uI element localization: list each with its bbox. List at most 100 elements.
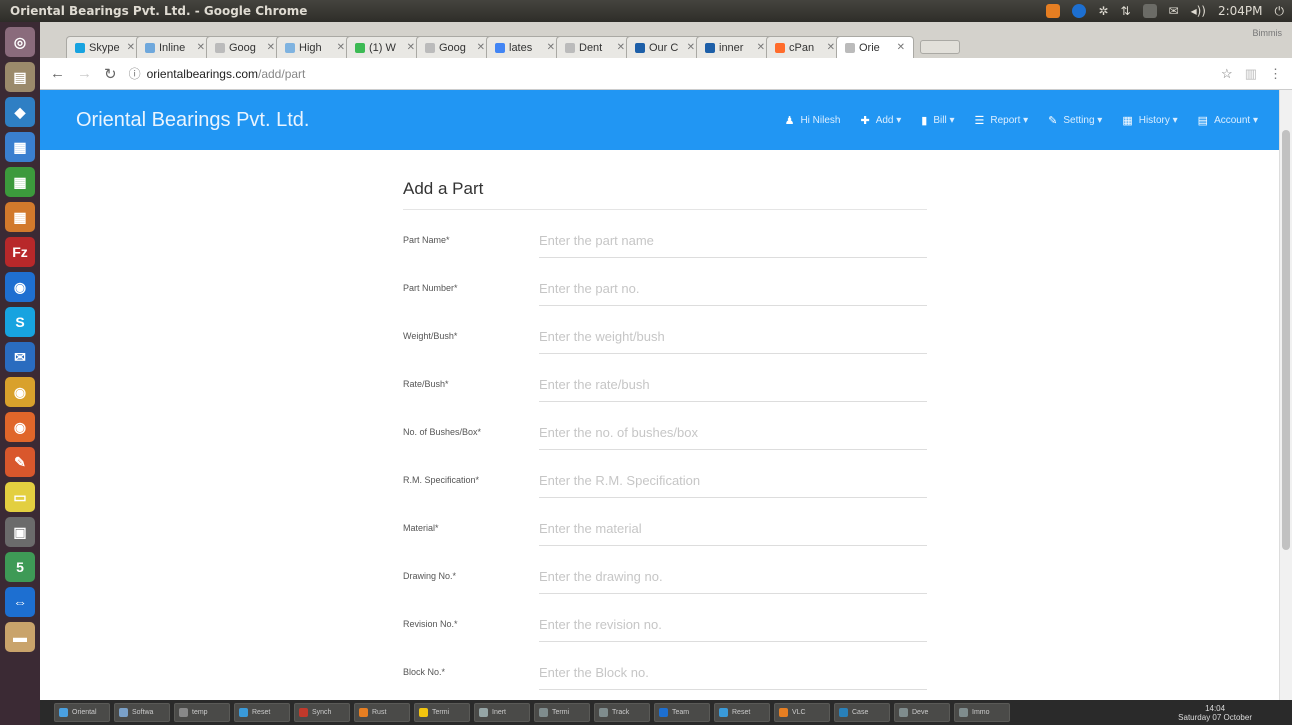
tab-close-icon[interactable]: ✕ xyxy=(547,42,555,53)
chrome-icon[interactable]: ◉ xyxy=(5,377,35,407)
tab-close-icon[interactable]: ✕ xyxy=(477,42,485,53)
tab-close-icon[interactable]: ✕ xyxy=(197,42,205,53)
block-no-field[interactable] xyxy=(539,665,927,680)
taskbar-item[interactable]: Case xyxy=(834,703,890,722)
menu-account[interactable]: ▤ Account ▾ xyxy=(1198,114,1258,127)
taskbar-clock[interactable]: 14:04 Saturday 07 October xyxy=(1178,704,1252,722)
tab-close-icon[interactable]: ✕ xyxy=(827,42,835,53)
vlc-tray-icon[interactable] xyxy=(1046,4,1061,18)
taskbar-item[interactable]: Reset xyxy=(714,703,770,722)
writer-icon[interactable]: ▦ xyxy=(5,132,35,162)
menu-history[interactable]: ▦ History ▾ xyxy=(1122,114,1177,127)
taskbar-item[interactable]: Rust xyxy=(354,703,410,722)
browser-tab[interactable]: Inline ✕ xyxy=(136,36,214,58)
part-name-field[interactable] xyxy=(539,233,927,248)
teamviewer-icon[interactable]: ◉ xyxy=(5,272,35,302)
calendar-icon[interactable]: 5 xyxy=(5,552,35,582)
taskbar-item[interactable]: Oriental xyxy=(54,703,110,722)
firefox-icon[interactable]: ◉ xyxy=(5,412,35,442)
thunderbird-icon[interactable]: ✉ xyxy=(5,342,35,372)
address-bar[interactable]: ⓘ orientalbearings.com/add/part xyxy=(129,63,1209,85)
browser-tab[interactable]: Dent ✕ xyxy=(556,36,634,58)
volume-icon[interactable]: ◂)) xyxy=(1191,4,1206,18)
filezilla-icon[interactable]: Fz xyxy=(5,237,35,267)
bookmark-star-icon[interactable]: ☆ xyxy=(1221,66,1233,82)
taskbar-item[interactable]: Termi xyxy=(534,703,590,722)
tab-close-icon[interactable]: ✕ xyxy=(757,42,765,53)
page-scrollbar[interactable] xyxy=(1279,90,1292,700)
chrome-menu-icon[interactable]: ⋮ xyxy=(1269,66,1282,82)
taskbar-item[interactable]: Track xyxy=(594,703,650,722)
browser-tab[interactable]: Goog ✕ xyxy=(416,36,494,58)
keyboard-icon[interactable] xyxy=(1142,4,1157,18)
weight-bush-field[interactable] xyxy=(539,329,927,344)
rm-spec-field[interactable] xyxy=(539,473,927,488)
trash-icon[interactable]: ▬ xyxy=(5,622,35,652)
monitor-icon[interactable]: ▣ xyxy=(5,517,35,547)
teamviewer-tray-icon[interactable] xyxy=(1072,4,1087,18)
drawing-no-field[interactable] xyxy=(539,569,927,584)
taskbar-item[interactable]: Softwa xyxy=(114,703,170,722)
power-icon[interactable]: ⏻ xyxy=(1275,4,1285,19)
menu-setting[interactable]: ✎ Setting ▾ xyxy=(1048,114,1102,127)
editor-icon[interactable]: ✎ xyxy=(5,447,35,477)
browser-tab[interactable]: High ✕ xyxy=(276,36,354,58)
taskbar-item[interactable]: Synch xyxy=(294,703,350,722)
skype-icon[interactable]: S xyxy=(5,307,35,337)
taskbar-item[interactable]: temp xyxy=(174,703,230,722)
taskbar-item[interactable]: Inert xyxy=(474,703,530,722)
reload-icon[interactable]: ↻ xyxy=(104,65,117,83)
part-number-field[interactable] xyxy=(539,281,927,296)
menu-add[interactable]: ✚ Add ▾ xyxy=(860,114,901,127)
taskbar-item[interactable]: Immo xyxy=(954,703,1010,722)
taskbar-item-label: Softwa xyxy=(132,709,154,716)
menu-report[interactable]: ☰ Report ▾ xyxy=(974,114,1028,127)
tab-close-icon[interactable]: ✕ xyxy=(897,42,905,53)
browser-tab[interactable]: Orie ✕ xyxy=(836,36,914,58)
network-icon[interactable]: ⇅ xyxy=(1120,4,1130,18)
new-tab-button[interactable] xyxy=(920,40,960,54)
browser-tab[interactable]: Skype ✕ xyxy=(66,36,144,58)
info-icon[interactable]: ⓘ xyxy=(129,65,141,82)
menu-bill[interactable]: ▮ Bill ▾ xyxy=(921,114,954,127)
back-icon[interactable]: ← xyxy=(50,65,65,82)
forward-icon[interactable]: → xyxy=(77,65,92,82)
box-icon[interactable]: ◆ xyxy=(5,97,35,127)
extension-icon[interactable]: ▥ xyxy=(1245,66,1257,82)
tab-close-icon[interactable]: ✕ xyxy=(617,42,625,53)
dash-icon[interactable]: ◎ xyxy=(5,27,35,57)
tab-close-icon[interactable]: ✕ xyxy=(407,42,415,53)
settings-tray-icon[interactable]: ✲ xyxy=(1098,4,1108,18)
menu-user[interactable]: ♟ Hi Nilesh xyxy=(785,114,841,127)
scrollbar-thumb[interactable] xyxy=(1282,130,1290,550)
tab-close-icon[interactable]: ✕ xyxy=(337,42,345,53)
browser-tab[interactable]: (1) W ✕ xyxy=(346,36,424,58)
tab-close-icon[interactable]: ✕ xyxy=(687,42,695,53)
tab-close-icon[interactable]: ✕ xyxy=(127,42,135,53)
app-navbar: Oriental Bearings Pvt. Ltd. ♟ Hi Nilesh ✚ A… xyxy=(40,90,1292,150)
clock[interactable]: 2:04PM xyxy=(1218,4,1263,18)
browser-tab[interactable]: Our C ✕ xyxy=(626,36,704,58)
material-field[interactable] xyxy=(539,521,927,536)
taskbar-item[interactable]: Deve xyxy=(894,703,950,722)
profile-button[interactable]: Bimmis xyxy=(1253,28,1283,38)
taskbar-item[interactable]: Reset xyxy=(234,703,290,722)
impress-icon[interactable]: ▦ xyxy=(5,202,35,232)
taskbar-item[interactable]: Termi xyxy=(414,703,470,722)
calc-icon[interactable]: ▦ xyxy=(5,167,35,197)
browser-tab[interactable]: lates ✕ xyxy=(486,36,564,58)
bushes-box-field[interactable] xyxy=(539,425,927,440)
brand-link[interactable]: Oriental Bearings Pvt. Ltd. xyxy=(76,109,785,132)
tab-close-icon[interactable]: ✕ xyxy=(267,42,275,53)
revision-no-field[interactable] xyxy=(539,617,927,632)
taskbar-item[interactable]: Team xyxy=(654,703,710,722)
rate-bush-field[interactable] xyxy=(539,377,927,392)
browser-tab[interactable]: Goog ✕ xyxy=(206,36,284,58)
browser-tab[interactable]: cPan ✕ xyxy=(766,36,844,58)
notes-icon[interactable]: ▭ xyxy=(5,482,35,512)
taskbar-item[interactable]: VLC xyxy=(774,703,830,722)
teamviewer2-icon[interactable]: ⇔ xyxy=(5,587,35,617)
browser-tab[interactable]: inner ✕ xyxy=(696,36,774,58)
files-icon[interactable]: ▤ xyxy=(5,62,35,92)
mail-icon[interactable]: ✉ xyxy=(1169,4,1179,18)
